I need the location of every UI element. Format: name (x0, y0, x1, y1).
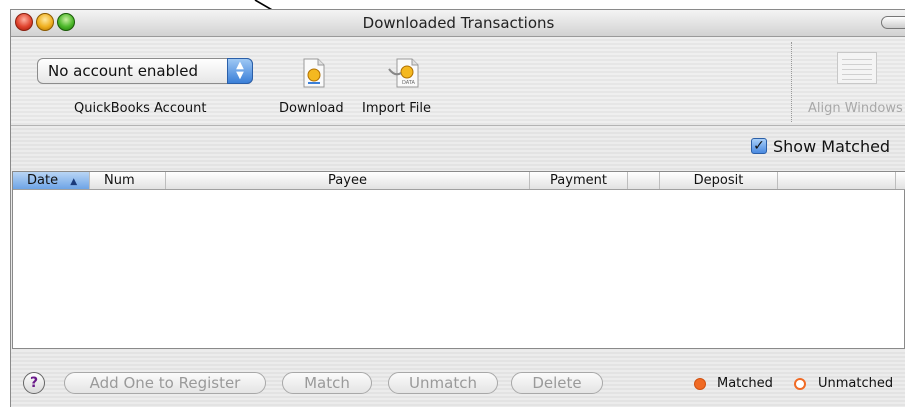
download-icon[interactable] (302, 58, 326, 88)
align-windows-label[interactable]: Align Windows (808, 101, 903, 116)
column-header-blank-2[interactable] (778, 172, 896, 189)
download-label[interactable]: Download (279, 101, 344, 116)
window-title: Downloaded Transactions (362, 14, 555, 32)
toolbar: No account enabled ▲ ▼ QuickBooks Account… (11, 37, 905, 126)
sort-ascending-icon: ▲ (70, 177, 78, 187)
import-file-label[interactable]: Import File (362, 101, 431, 116)
delete-button[interactable]: Delete (511, 372, 603, 394)
column-num-label: Num (104, 173, 135, 188)
column-header-num[interactable]: Num (90, 172, 166, 189)
column-payment-label: Payment (550, 173, 607, 188)
bottom-bar: ? Add One to Register Match Unmatch Dele… (11, 350, 905, 407)
table-header: Date ▲ Num Payee Payment Deposit (13, 172, 905, 190)
downloaded-transactions-window: Downloaded Transactions No account enabl… (10, 9, 905, 407)
column-header-payee[interactable]: Payee (166, 172, 530, 189)
account-popup[interactable]: No account enabled ▲ ▼ (37, 58, 253, 84)
toolbar-toggle-button[interactable] (881, 16, 905, 29)
account-popup-value: No account enabled (48, 62, 199, 80)
column-date-label: Date (27, 173, 59, 188)
column-header-payment[interactable]: Payment (530, 172, 628, 189)
column-deposit-label: Deposit (693, 173, 744, 188)
unmatched-dot-icon (794, 378, 806, 390)
import-file-icon[interactable]: DATA (387, 57, 421, 89)
unmatched-legend-label: Unmatched (818, 376, 894, 391)
transactions-table[interactable]: Date ▲ Num Payee Payment Deposit (12, 171, 905, 349)
popup-arrows-icon: ▲ ▼ (227, 58, 253, 84)
column-header-deposit[interactable]: Deposit (660, 172, 778, 189)
column-header-date[interactable]: Date ▲ (13, 172, 90, 189)
column-payee-label: Payee (328, 173, 367, 188)
column-header-blank-1[interactable] (628, 172, 660, 189)
toolbar-separator (791, 42, 793, 122)
import-icon-text: DATA (402, 80, 415, 86)
align-windows-icon[interactable] (837, 52, 877, 84)
matched-legend-label: Matched (717, 376, 773, 391)
add-one-to-register-button[interactable]: Add One to Register (64, 372, 266, 394)
show-matched-checkbox[interactable]: ✓ (751, 138, 767, 154)
matched-dot-icon (694, 378, 706, 390)
help-button[interactable]: ? (23, 372, 45, 394)
filter-bar: ✓ Show Matched (11, 126, 905, 171)
title-bar[interactable]: Downloaded Transactions (11, 10, 905, 37)
show-matched-label[interactable]: Show Matched (773, 137, 890, 156)
unmatch-button[interactable]: Unmatch (388, 372, 498, 394)
account-label: QuickBooks Account (74, 101, 207, 116)
match-button[interactable]: Match (282, 372, 372, 394)
